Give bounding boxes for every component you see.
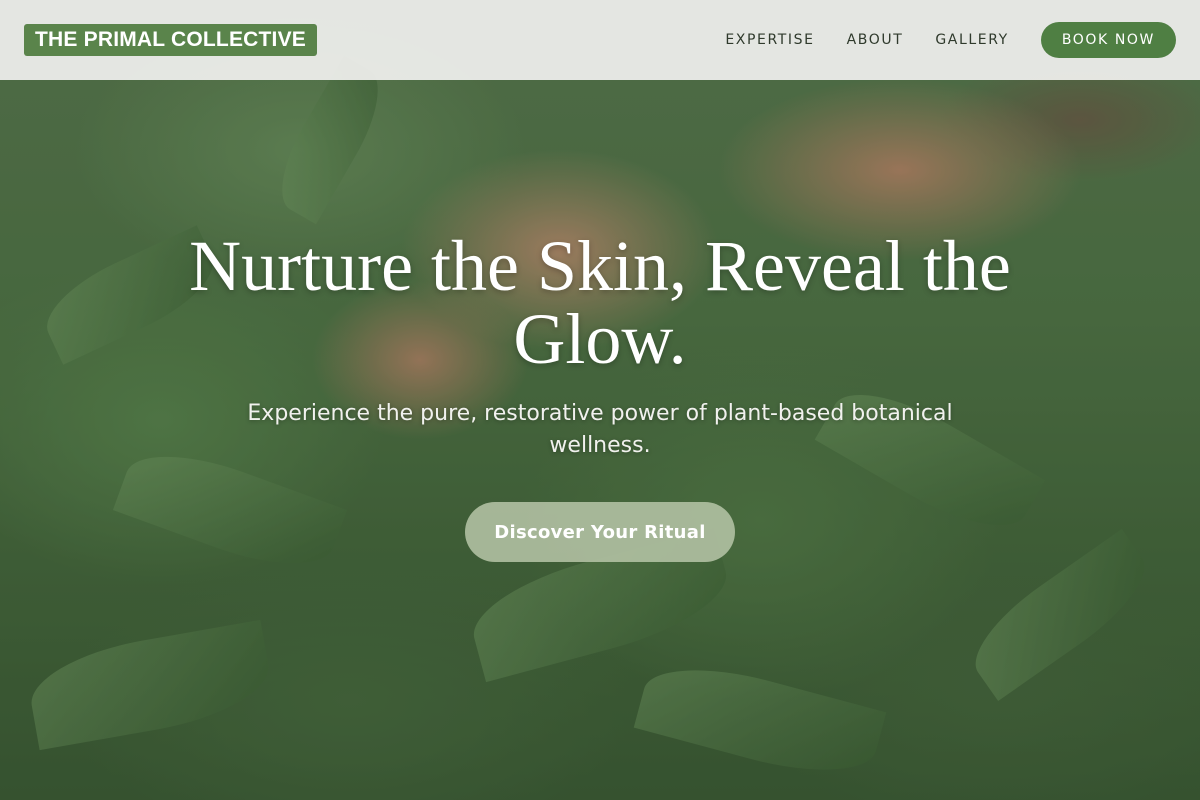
book-now-button[interactable]: BOOK NOW: [1040, 22, 1176, 58]
hero-content: Nurture the Skin, Reveal the Glow. Exper…: [0, 230, 1200, 562]
hero-headline: Nurture the Skin, Reveal the Glow.: [189, 226, 1011, 379]
main-nav: EXPERTISE ABOUT GALLERY BOOK NOW: [693, 22, 1176, 58]
hero-subheadline: Experience the pure, restorative power o…: [247, 401, 953, 458]
nav-link-about[interactable]: ABOUT: [847, 32, 904, 48]
brand-logo[interactable]: THE PRIMAL COLLECTIVE: [24, 24, 317, 56]
nav-link-expertise[interactable]: EXPERTISE: [725, 32, 814, 48]
nav-link-gallery[interactable]: GALLERY: [935, 32, 1008, 48]
site-header: THE PRIMAL COLLECTIVE EXPERTISE ABOUT GA…: [0, 0, 1200, 80]
discover-ritual-button[interactable]: Discover Your Ritual: [465, 502, 735, 562]
